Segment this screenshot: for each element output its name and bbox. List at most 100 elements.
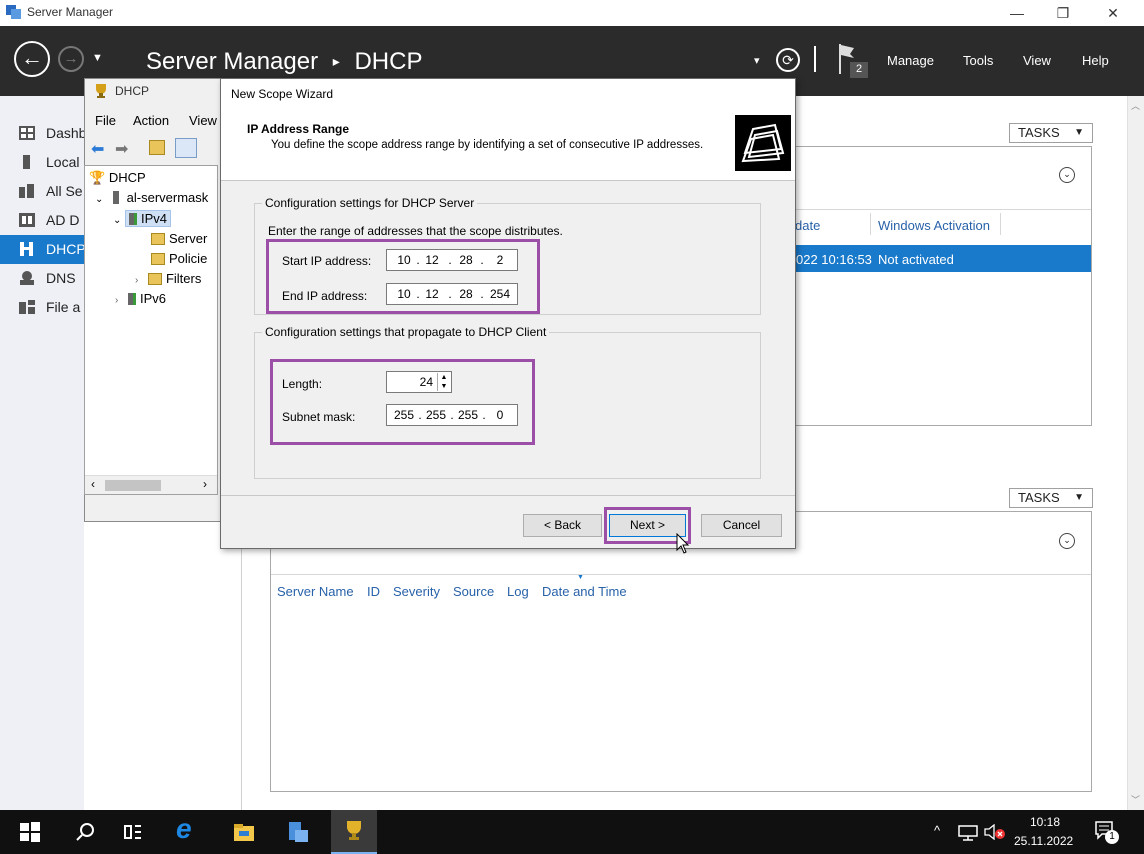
- ip-octet: 254: [489, 287, 511, 301]
- refresh-dropdown-icon[interactable]: ▾: [754, 54, 760, 67]
- scroll-right-icon[interactable]: ›: [203, 477, 207, 491]
- breadcrumb: Server Manager ▸ DHCP: [146, 48, 422, 76]
- tasks-label: TASKS: [1018, 490, 1060, 505]
- close-icon[interactable]: ✕: [1090, 0, 1136, 26]
- next-button[interactable]: Next >: [609, 514, 686, 537]
- speaker-icon: [984, 823, 1005, 841]
- dhcp-tree-pane: 🏆 DHCP ⌄ al-servermask ⌄ IPv4 Server Pol…: [84, 165, 218, 495]
- history-dropdown-icon[interactable]: ▼: [92, 52, 103, 64]
- forward-arrow-icon[interactable]: ➡: [115, 139, 128, 159]
- back-arrow-icon[interactable]: ⬅: [91, 139, 104, 159]
- expand-chevron-icon[interactable]: ›: [115, 295, 118, 306]
- internet-explorer-icon[interactable]: e: [176, 813, 192, 845]
- file-explorer-icon[interactable]: [232, 820, 256, 844]
- column-header-date-time[interactable]: Date and Time: [542, 584, 627, 599]
- breadcrumb-root[interactable]: Server Manager: [146, 48, 318, 75]
- back-arrow-icon[interactable]: ←: [14, 41, 50, 77]
- restore-icon[interactable]: ❐: [1040, 0, 1086, 26]
- expand-chevron-icon[interactable]: ⌄: [95, 194, 103, 205]
- tree-item-ipv6[interactable]: › IPv6: [115, 291, 166, 306]
- column-header-source[interactable]: Source: [453, 584, 494, 599]
- ip-dot: .: [482, 408, 486, 422]
- end-ip-input[interactable]: 10 . 12 . 28 . 254: [386, 283, 518, 305]
- sidebar-item-all-servers[interactable]: All Se: [0, 177, 84, 206]
- scroll-thumb[interactable]: [105, 480, 161, 491]
- horizontal-scrollbar[interactable]: ‹ ›: [85, 475, 217, 494]
- expand-servers-icon[interactable]: ⌄: [1059, 167, 1075, 183]
- vertical-scrollbar[interactable]: ︿ ﹀: [1127, 96, 1144, 810]
- subnet-mask-input[interactable]: 255 . 255 . 255 . 0: [386, 404, 518, 426]
- notifications-flag-icon[interactable]: 2: [836, 42, 870, 80]
- sidebar-item-dashboard[interactable]: Dashb: [0, 119, 86, 148]
- tree-item-filters[interactable]: › Filters: [135, 271, 201, 286]
- sidebar-item-dhcp[interactable]: DHCP: [0, 235, 86, 264]
- dhcp-taskbar-button[interactable]: [331, 810, 377, 854]
- wizard-heading: IP Address Range: [247, 122, 350, 136]
- sidebar-item-file-services[interactable]: File a: [0, 293, 84, 322]
- scroll-down-icon[interactable]: ﹀: [1131, 793, 1140, 806]
- menu-help[interactable]: Help: [1082, 53, 1109, 68]
- wizard-footer-divider: [221, 495, 795, 496]
- column-header-date[interactable]: date: [795, 218, 820, 233]
- client-settings-group: Configuration settings that propagate to…: [254, 325, 761, 479]
- tree-item-policies[interactable]: Policie: [151, 251, 207, 266]
- server-manager-taskbar-icon[interactable]: [286, 820, 310, 844]
- stepper-arrows-icon[interactable]: ▲ ▼: [437, 373, 450, 391]
- file-services-icon: [19, 300, 35, 314]
- column-header-severity[interactable]: Severity: [393, 584, 440, 599]
- tray-overflow-icon[interactable]: ^: [934, 823, 940, 838]
- ip-dot: .: [416, 253, 420, 267]
- forward-arrow-icon[interactable]: →: [58, 46, 84, 72]
- cancel-button[interactable]: Cancel: [701, 514, 782, 537]
- search-icon[interactable]: [74, 820, 98, 844]
- table-row-selected[interactable]: 022 10:16:53 Not activated: [776, 245, 1091, 272]
- sidebar-item-dns[interactable]: DNS: [0, 264, 84, 293]
- menu-manage[interactable]: Manage: [887, 53, 934, 68]
- menu-tools[interactable]: Tools: [963, 53, 993, 68]
- clock-time[interactable]: 10:18: [1030, 815, 1060, 829]
- column-header-windows-activation[interactable]: Windows Activation: [878, 218, 990, 233]
- minimize-icon[interactable]: —: [994, 0, 1040, 26]
- volume-muted-icon[interactable]: [984, 823, 1006, 841]
- show-hide-tree-icon[interactable]: [175, 138, 197, 158]
- column-header-server-name[interactable]: Server Name: [277, 584, 354, 599]
- notification-center-icon[interactable]: 1: [1094, 820, 1120, 846]
- dhcp-menu-view[interactable]: View: [189, 113, 217, 128]
- menu-view[interactable]: View: [1023, 53, 1051, 68]
- sidebar-item-ad-ds[interactable]: AD D: [0, 206, 84, 235]
- expand-events-icon[interactable]: ⌄: [1059, 533, 1075, 549]
- up-folder-icon[interactable]: [149, 140, 165, 155]
- network-icon[interactable]: [958, 825, 978, 841]
- client-settings-group-label: Configuration settings that propagate to…: [262, 325, 550, 339]
- tree-item-server-options[interactable]: Server: [151, 231, 207, 246]
- length-stepper[interactable]: 24 ▲ ▼: [386, 371, 452, 393]
- end-ip-label: End IP address:: [282, 289, 368, 303]
- ip-dot: .: [448, 287, 452, 301]
- servers-tasks-button[interactable]: TASKS ▼: [1009, 123, 1093, 143]
- refresh-icon[interactable]: ⟳: [776, 48, 800, 72]
- tree-item-ipv4[interactable]: ⌄ IPv4: [113, 210, 172, 227]
- task-view-icon[interactable]: [121, 820, 145, 844]
- scroll-up-icon[interactable]: ︿: [1131, 99, 1140, 112]
- start-ip-input[interactable]: 10 . 12 . 28 . 2: [386, 249, 518, 271]
- column-header-log[interactable]: Log: [507, 584, 529, 599]
- tree-item-server[interactable]: ⌄ al-servermask: [95, 190, 208, 205]
- sidebar-item-label: File a: [46, 299, 81, 315]
- tree-item-dhcp-root[interactable]: 🏆 DHCP: [89, 170, 146, 186]
- events-tasks-button[interactable]: TASKS ▼: [1009, 488, 1093, 508]
- sidebar-item-local-server[interactable]: Local: [0, 148, 84, 177]
- expand-chevron-icon[interactable]: ⌄: [113, 215, 121, 226]
- wizard-folders-icon: [735, 115, 791, 171]
- sidebar-item-label: Local: [46, 154, 80, 170]
- chevron-down-icon: ▼: [1074, 127, 1084, 138]
- wizard-title: New Scope Wizard: [231, 87, 334, 101]
- column-header-id[interactable]: ID: [367, 584, 380, 599]
- expand-chevron-icon[interactable]: ›: [135, 275, 138, 286]
- wizard-subheading: You define the scope address range by id…: [271, 139, 704, 151]
- windows-start-icon[interactable]: [18, 820, 42, 844]
- back-button[interactable]: < Back: [523, 514, 602, 537]
- dhcp-menu-file[interactable]: File: [95, 113, 116, 128]
- scroll-left-icon[interactable]: ‹: [91, 477, 95, 491]
- clock-date[interactable]: 25.11.2022: [1014, 834, 1073, 848]
- dhcp-menu-action[interactable]: Action: [133, 113, 169, 128]
